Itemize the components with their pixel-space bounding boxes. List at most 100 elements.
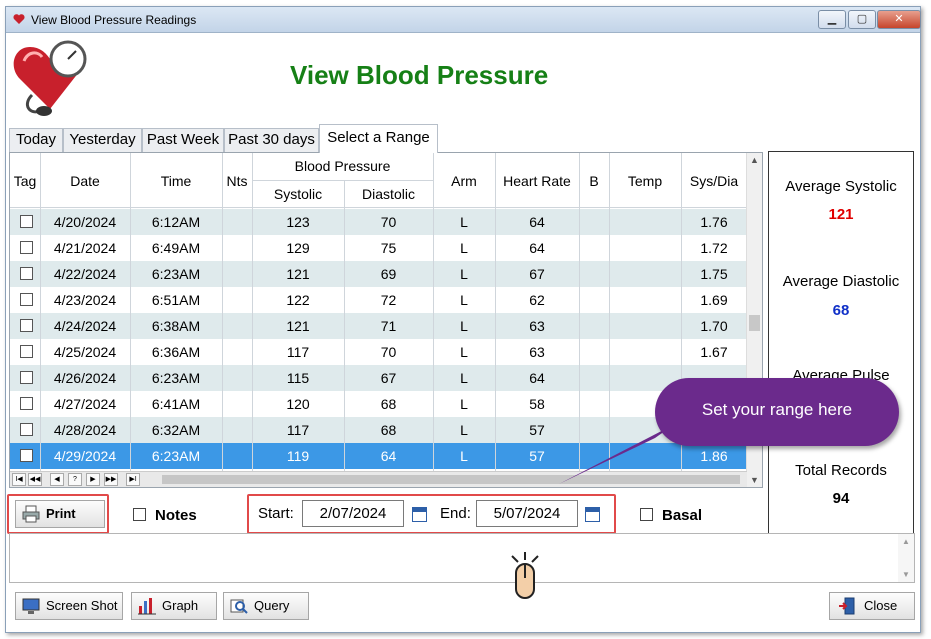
cell-heart-rate: 64: [529, 370, 545, 386]
cell-arm: L: [460, 318, 468, 334]
table-row[interactable]: 4/26/2024 6:23AM 115 67 L 64: [10, 365, 747, 391]
table-row[interactable]: 4/22/2024 6:23AM 121 69 L 67 1.75: [10, 261, 747, 287]
col-time[interactable]: Time: [130, 173, 222, 189]
col-diastolic[interactable]: Diastolic: [344, 186, 433, 202]
table-row[interactable]: 4/24/2024 6:38AM 121 71 L 63 1.70: [10, 313, 747, 339]
cell-time: 6:41AM: [151, 396, 201, 412]
bar-chart-icon: [138, 598, 156, 615]
cell-diastolic: 67: [380, 370, 397, 386]
row-tag-checkbox[interactable]: [20, 397, 33, 410]
avg-diastolic-label: Average Diastolic: [782, 273, 900, 290]
page-title: View Blood Pressure: [290, 60, 549, 90]
row-tag-checkbox[interactable]: [20, 293, 33, 306]
nav-next-page-button[interactable]: ▶▶: [104, 473, 118, 486]
col-b[interactable]: B: [579, 173, 609, 189]
col-nts[interactable]: Nts: [222, 173, 252, 189]
tab-select-a-range[interactable]: Select a Range: [319, 124, 438, 153]
app-heart-icon: [13, 14, 25, 24]
nav-prev-page-button[interactable]: ◀◀: [28, 473, 42, 486]
col-temp[interactable]: Temp: [609, 173, 681, 189]
row-tag-checkbox[interactable]: [20, 371, 33, 384]
cell-sys-dia: 1.75: [700, 266, 728, 282]
scroll-up-icon[interactable]: ▲: [750, 155, 759, 165]
close-window-button[interactable]: ✕: [877, 10, 921, 29]
basal-checkbox[interactable]: [640, 508, 653, 521]
table-row[interactable]: 4/25/2024 6:36AM 117 70 L 63 1.67: [10, 339, 747, 365]
close-door-icon: [839, 597, 855, 615]
cell-time: 6:23AM: [151, 266, 201, 282]
notes-checkbox[interactable]: [133, 508, 146, 521]
col-divider: [252, 153, 253, 471]
cell-systolic: 121: [286, 266, 310, 282]
query-button[interactable]: Query: [223, 592, 309, 620]
tab-yesterday[interactable]: Yesterday: [63, 128, 142, 152]
basal-label: Basal: [662, 507, 703, 524]
row-tag-checkbox[interactable]: [20, 449, 33, 462]
table-row[interactable]: 4/21/2024 6:49AM 129 75 L 64 1.72: [10, 235, 747, 261]
print-label: Print: [46, 506, 76, 521]
start-calendar-icon[interactable]: [412, 507, 427, 522]
cell-systolic: 117: [286, 344, 310, 360]
nav-search-button[interactable]: ?: [68, 473, 82, 486]
print-button[interactable]: Print: [15, 500, 105, 528]
col-sys-dia[interactable]: Sys/Dia: [681, 173, 747, 189]
query-icon: [230, 599, 248, 614]
nav-next-button[interactable]: ▶: [86, 473, 100, 486]
nav-prev-button[interactable]: ◀: [50, 473, 64, 486]
avg-diastolic-value: 68: [832, 302, 850, 319]
notes-label: Notes: [155, 507, 197, 524]
end-date-input[interactable]: 5/07/2024: [476, 500, 578, 527]
cell-diastolic: 68: [380, 422, 397, 438]
cell-b: [579, 261, 609, 287]
cell-nts: [222, 339, 252, 365]
col-arm[interactable]: Arm: [433, 173, 495, 189]
cell-diastolic: 75: [380, 240, 397, 256]
scroll-thumb[interactable]: [749, 315, 760, 331]
cell-heart-rate: 67: [529, 266, 545, 282]
notes-scroll-down-icon[interactable]: ▼: [902, 570, 910, 579]
cell-nts: [222, 235, 252, 261]
end-calendar-icon[interactable]: [585, 507, 600, 522]
row-tag-checkbox[interactable]: [20, 241, 33, 254]
table-row[interactable]: 4/27/2024 6:41AM 120 68 L 58: [10, 391, 747, 417]
cell-date: 4/20/2024: [53, 214, 117, 230]
notes-textarea[interactable]: ▲ ▼: [9, 533, 915, 583]
graph-button[interactable]: Graph: [131, 592, 217, 620]
table-row[interactable]: 4/23/2024 6:51AM 122 72 L 62 1.69: [10, 287, 747, 313]
cell-time: 6:32AM: [151, 422, 201, 438]
row-tag-checkbox[interactable]: [20, 423, 33, 436]
cell-arm: L: [460, 396, 468, 412]
cell-sys-dia: 1.76: [700, 214, 728, 230]
nav-first-button[interactable]: I◀: [12, 473, 26, 486]
tab-past-week[interactable]: Past Week: [142, 128, 224, 152]
screen-shot-button[interactable]: Screen Shot: [15, 592, 123, 620]
col-heart-rate[interactable]: Heart Rate: [495, 173, 579, 189]
notes-scrollbar[interactable]: ▲ ▼: [898, 534, 914, 582]
col-date[interactable]: Date: [40, 173, 130, 189]
tab-today[interactable]: Today: [9, 128, 63, 152]
table-row[interactable]: 4/20/2024 6:12AM 123 70 L 64 1.76: [10, 209, 747, 235]
cell-date: 4/28/2024: [53, 422, 117, 438]
heart-monitor-logo-icon: [13, 40, 87, 116]
nav-last-button[interactable]: ▶I: [126, 473, 140, 486]
cell-temp: [609, 235, 681, 261]
row-tag-checkbox[interactable]: [20, 319, 33, 332]
col-systolic[interactable]: Systolic: [252, 186, 344, 202]
row-tag-checkbox[interactable]: [20, 215, 33, 228]
col-divider: [222, 153, 223, 471]
col-tag[interactable]: Tag: [10, 173, 40, 189]
minimize-button[interactable]: ▁: [818, 10, 846, 29]
notes-scroll-up-icon[interactable]: ▲: [902, 537, 910, 546]
cell-arm: L: [460, 240, 468, 256]
cell-arm: L: [460, 292, 468, 308]
close-button[interactable]: Close: [829, 592, 915, 620]
row-tag-checkbox[interactable]: [20, 345, 33, 358]
scroll-down-icon[interactable]: ▼: [750, 475, 759, 485]
maximize-button[interactable]: ▢: [848, 10, 876, 29]
tab-past-30-days[interactable]: Past 30 days: [224, 128, 319, 152]
bp-group-divider: [252, 180, 433, 181]
close-label: Close: [864, 598, 898, 613]
screenshot-icon: [22, 598, 40, 614]
row-tag-checkbox[interactable]: [20, 267, 33, 280]
start-date-input[interactable]: 2/07/2024: [302, 500, 404, 527]
